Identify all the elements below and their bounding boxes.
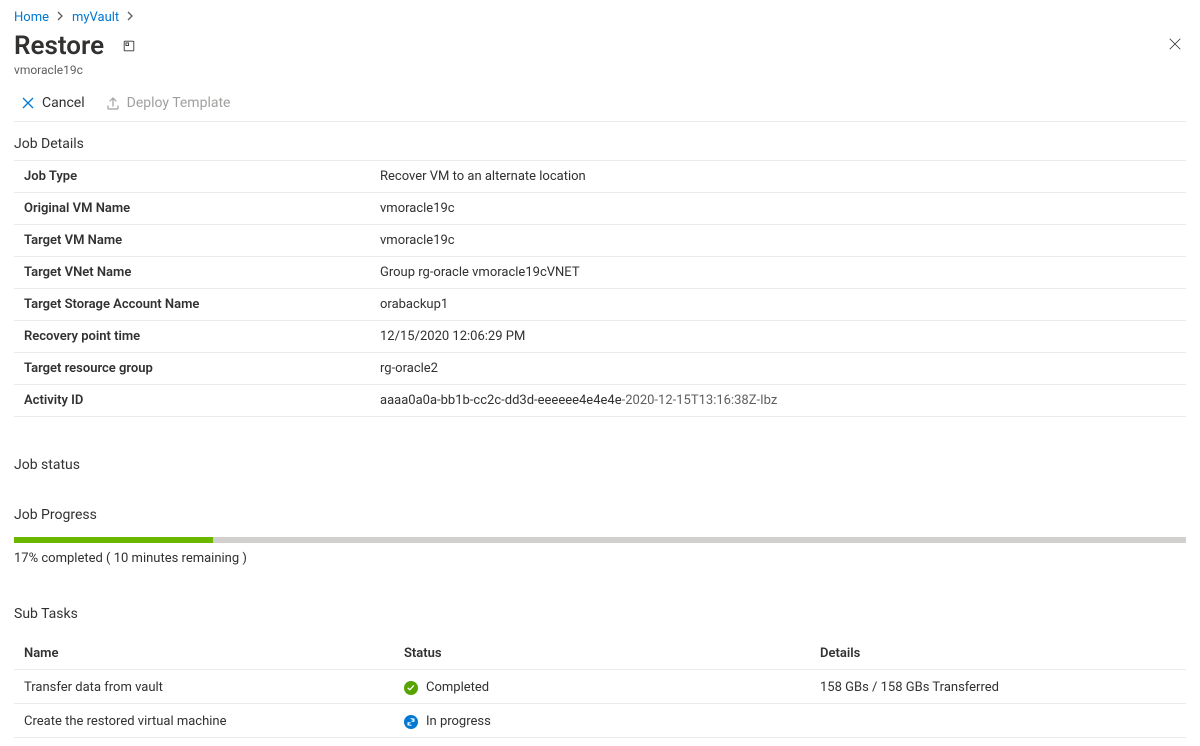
detail-value: Group rg-oracle vmoracle19cVNET [380,265,1186,280]
cancel-label: Cancel [42,95,85,111]
detail-value: vmoracle19c [380,201,1186,216]
chevron-right-icon [127,11,134,24]
detail-value: orabackup1 [380,297,1186,312]
subtask-details: 158 GBs / 158 GBs Transferred [820,680,1186,695]
detail-label: Job Type [24,169,380,184]
subtask-status: In progress [404,714,820,729]
detail-value: aaaa0a0a-bb1b-cc2c-dd3d-eeeeee4e4e4e-202… [380,393,1186,408]
detail-label: Target VNet Name [24,265,380,280]
page-title: Restore [14,31,104,61]
cancel-button[interactable]: Cancel [20,95,85,111]
col-name: Name [24,646,404,661]
breadcrumb: Home myVault [14,8,1186,31]
detail-row: Target resource group rg-oracle2 [14,353,1186,385]
detail-label: Recovery point time [24,329,380,344]
activity-id-main: aaaa0a0a-bb1b-cc2c-dd3d-eeeeee4e4e4e [380,393,622,408]
detail-label: Target resource group [24,361,380,376]
close-icon[interactable] [1168,37,1184,53]
section-job-details: Job Details [14,122,1186,160]
detail-value: rg-oracle2 [380,361,1186,376]
progress-bar [14,537,1186,543]
pin-icon[interactable] [122,39,136,53]
detail-row: Target VM Name vmoracle19c [14,225,1186,257]
progress-fill [14,537,213,543]
detail-value: vmoracle19c [380,233,1186,248]
breadcrumb-home[interactable]: Home [14,10,49,25]
detail-row: Target VNet Name Group rg-oracle vmoracl… [14,257,1186,289]
detail-value: 12/15/2020 12:06:29 PM [380,329,1186,344]
section-sub-tasks: Sub Tasks [14,592,1186,630]
close-icon [20,95,36,111]
subtask-status-text: In progress [426,714,491,729]
detail-row: Recovery point time 12/15/2020 12:06:29 … [14,321,1186,353]
detail-row-activity-id: Activity ID aaaa0a0a-bb1b-cc2c-dd3d-eeee… [14,385,1186,417]
detail-label: Target VM Name [24,233,380,248]
breadcrumb-vault[interactable]: myVault [72,10,119,25]
chevron-right-icon [57,11,64,24]
detail-row: Original VM Name vmoracle19c [14,193,1186,225]
subtasks-table: Name Status Details Transfer data from v… [14,636,1186,738]
subtask-row: Transfer data from vault Completed 158 G… [14,670,1186,704]
page-subtitle: vmoracle19c [14,63,136,77]
subtasks-header: Name Status Details [14,636,1186,670]
upload-icon [105,95,121,111]
col-details: Details [820,646,1186,661]
subtask-row: Create the restored virtual machine In p… [14,704,1186,738]
subtask-name: Transfer data from vault [24,680,404,695]
section-job-progress: Job Progress [14,507,1186,531]
job-details-table: Job Type Recover VM to an alternate loca… [14,160,1186,417]
detail-label: Original VM Name [24,201,380,216]
detail-row: Target Storage Account Name orabackup1 [14,289,1186,321]
page-header: Restore vmoracle19c [14,31,1186,77]
detail-label: Activity ID [24,393,380,408]
toolbar: Cancel Deploy Template [14,77,1186,122]
subtask-status-text: Completed [426,680,489,695]
col-status: Status [404,646,820,661]
deploy-template-button: Deploy Template [105,95,231,111]
deploy-template-label: Deploy Template [127,95,231,111]
section-job-status: Job status [14,443,1186,481]
activity-id-suffix: -2020-12-15T13:16:38Z-Ibz [622,393,778,408]
detail-value: Recover VM to an alternate location [380,169,1186,184]
detail-label: Target Storage Account Name [24,297,380,312]
detail-row: Job Type Recover VM to an alternate loca… [14,161,1186,193]
sync-icon [404,715,418,729]
progress-text: 17% completed ( 10 minutes remaining ) [14,543,1186,566]
subtask-status: Completed [404,680,820,695]
check-icon [404,681,418,695]
subtask-name: Create the restored virtual machine [24,714,404,729]
